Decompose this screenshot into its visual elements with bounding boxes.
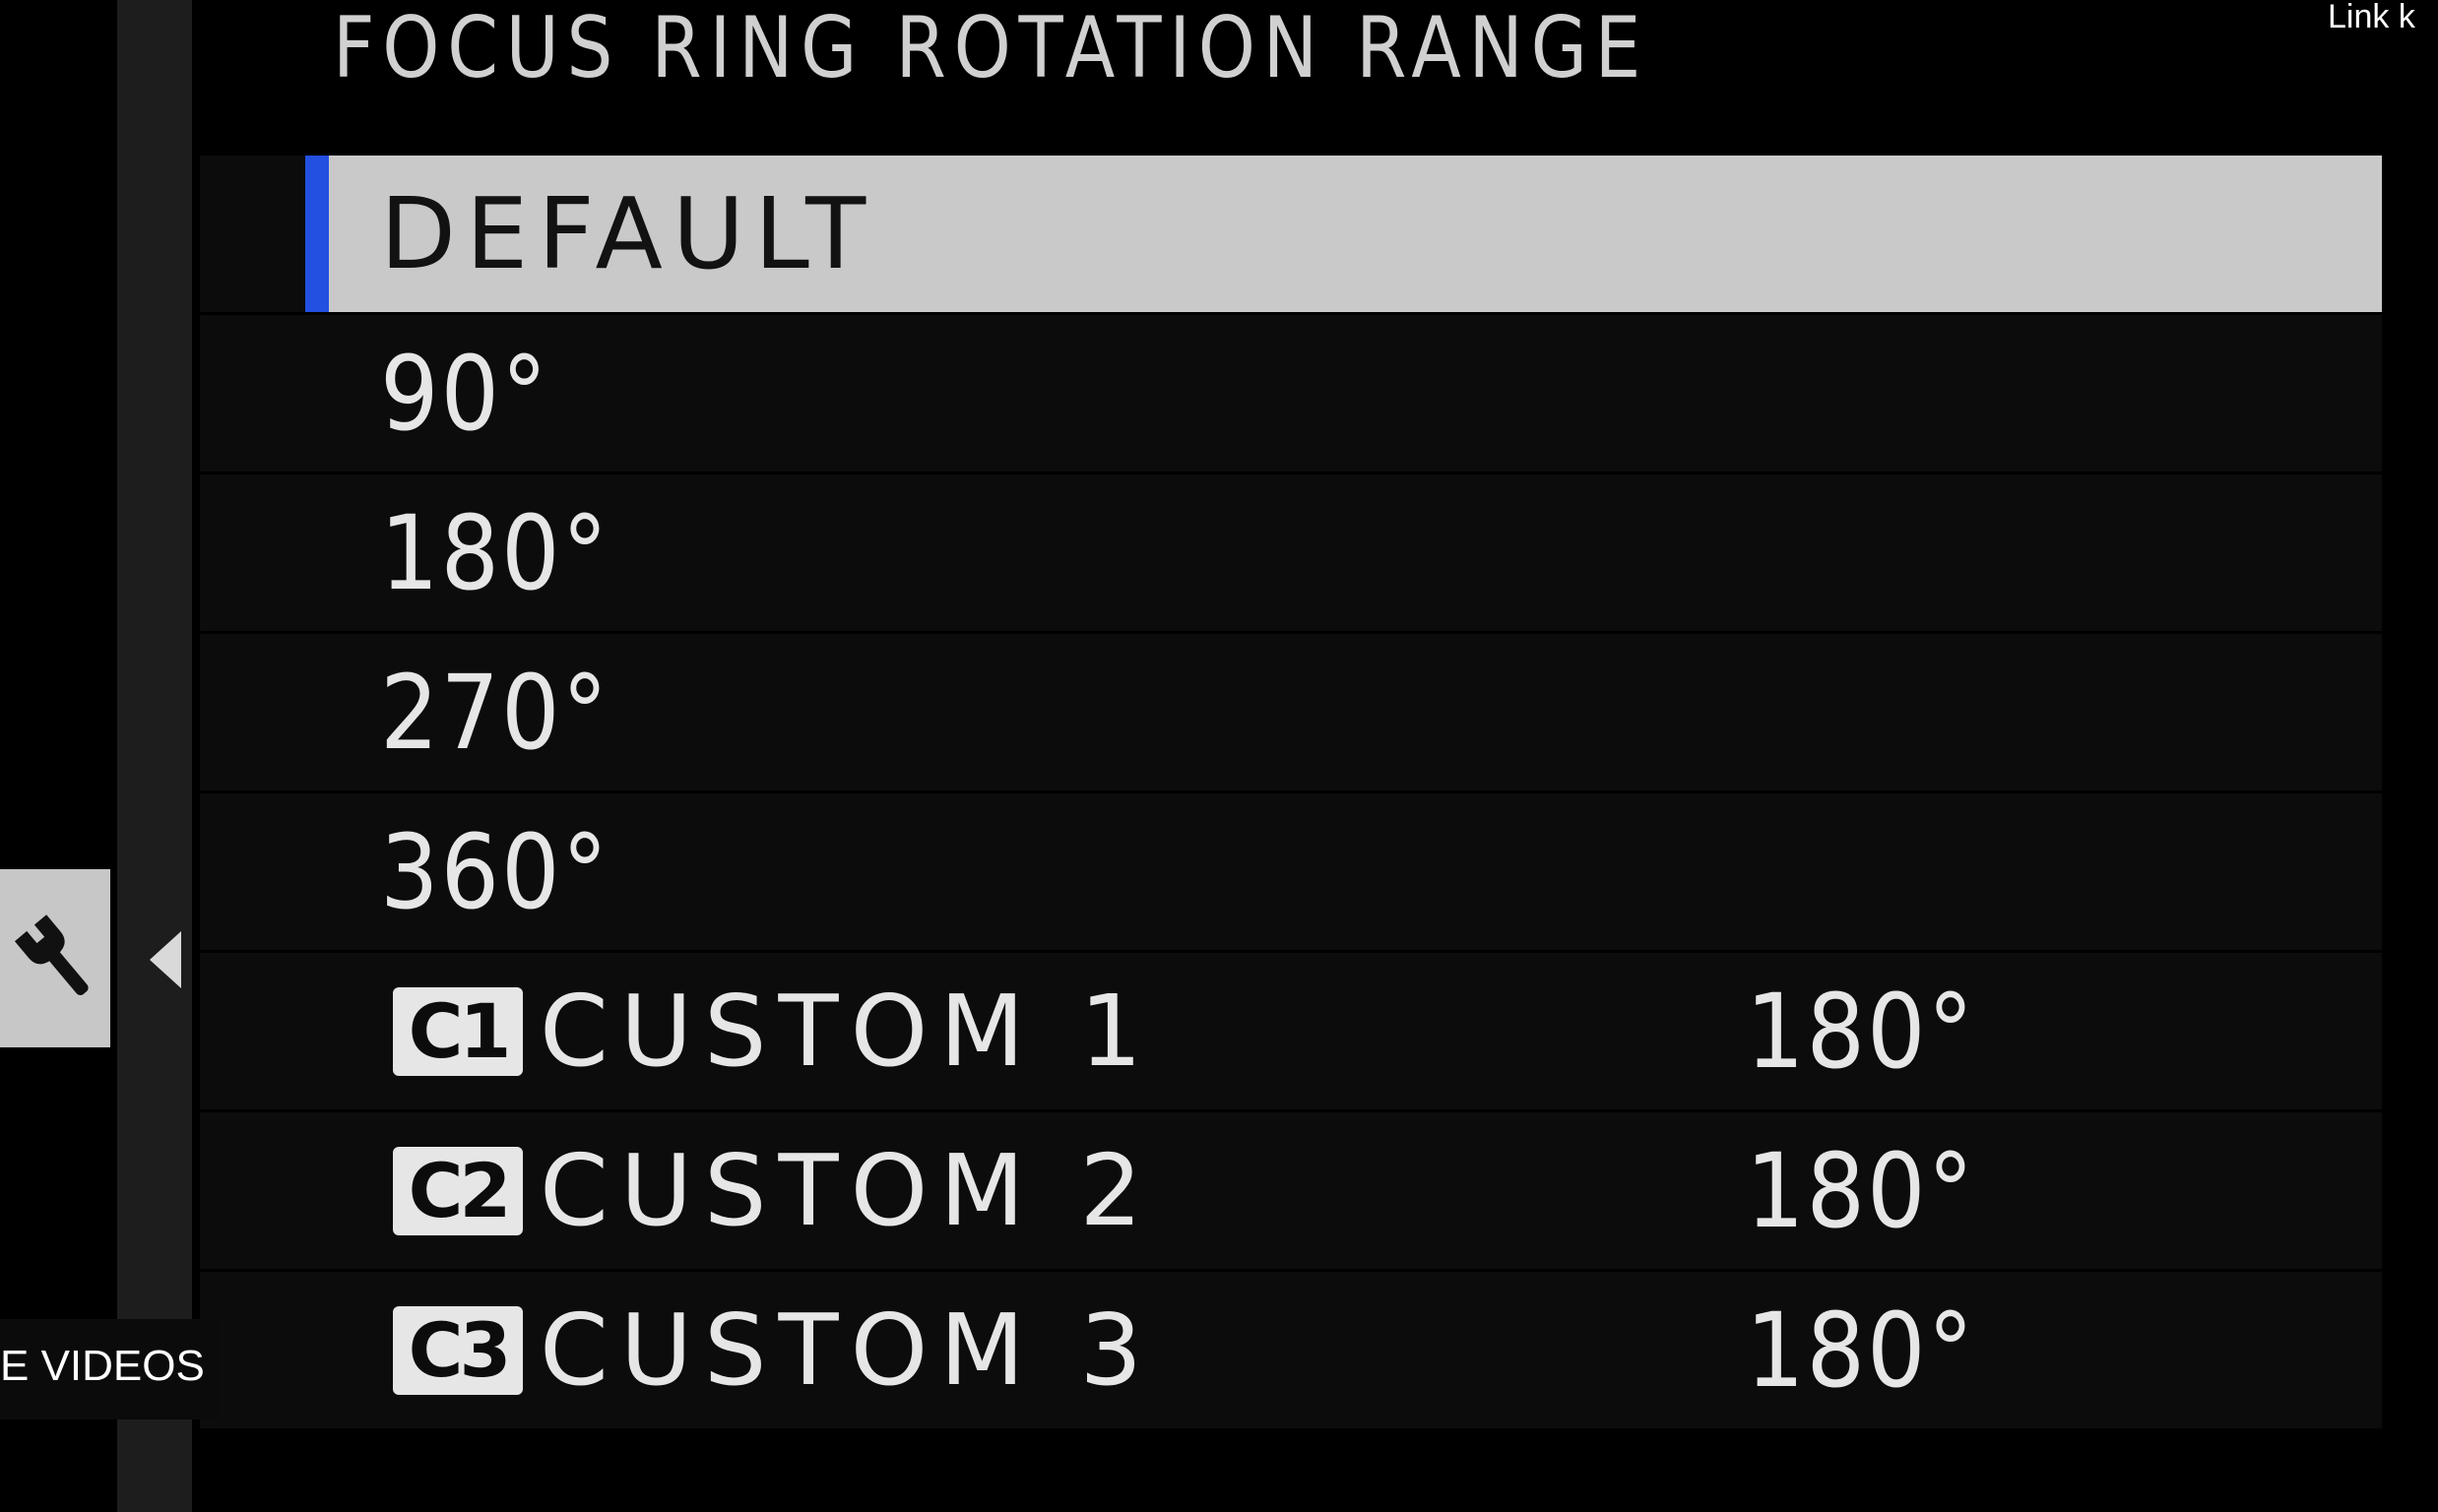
link-overlay-text[interactable]: Link k	[2328, 0, 2415, 33]
menu-option-90[interactable]: 90°	[200, 315, 2382, 472]
custom-1-badge: C1	[393, 986, 523, 1076]
menu-list: DEFAULT 90° 180° 270° 360° C1 CUSTOM 1 1…	[200, 156, 2382, 1431]
menu-option-default[interactable]: DEFAULT	[200, 156, 2382, 312]
menu-option-360[interactable]: 360°	[200, 793, 2382, 950]
custom-3-label: CUSTOM 3	[540, 1292, 1154, 1408]
custom-3-badge: C3	[393, 1305, 523, 1395]
menu-title: FOCUS RING ROTATION RANGE	[333, 0, 1649, 97]
menu-option-label: DEFAULT	[380, 175, 876, 291]
custom-1-label: CUSTOM 1	[540, 973, 1154, 1089]
custom-1-value: 180°	[1746, 971, 1976, 1092]
left-arrow-icon[interactable]	[148, 929, 183, 990]
menu-option-custom-3[interactable]: C3 CUSTOM 3 180°	[200, 1272, 2382, 1428]
custom-3-value: 180°	[1746, 1290, 1976, 1411]
menu-option-270[interactable]: 270°	[200, 634, 2382, 790]
menu-option-label: 90°	[380, 333, 549, 454]
side-strip	[117, 0, 192, 1512]
custom-2-badge: C2	[393, 1146, 523, 1235]
menu-option-custom-1[interactable]: C1 CUSTOM 1 180°	[200, 953, 2382, 1109]
videos-overlay-text[interactable]: E VIDEOS	[0, 1345, 205, 1388]
menu-option-label: 180°	[380, 492, 610, 613]
menu-option-180[interactable]: 180°	[200, 474, 2382, 631]
setup-tab[interactable]	[0, 869, 110, 1047]
wrench-icon	[14, 914, 89, 995]
menu-option-custom-2[interactable]: C2 CUSTOM 2 180°	[200, 1112, 2382, 1269]
custom-2-value: 180°	[1746, 1130, 1976, 1251]
menu-option-label: 270°	[380, 652, 610, 773]
custom-2-label: CUSTOM 2	[540, 1132, 1154, 1248]
selection-indicator	[305, 156, 329, 312]
menu-option-label: 360°	[380, 811, 610, 932]
